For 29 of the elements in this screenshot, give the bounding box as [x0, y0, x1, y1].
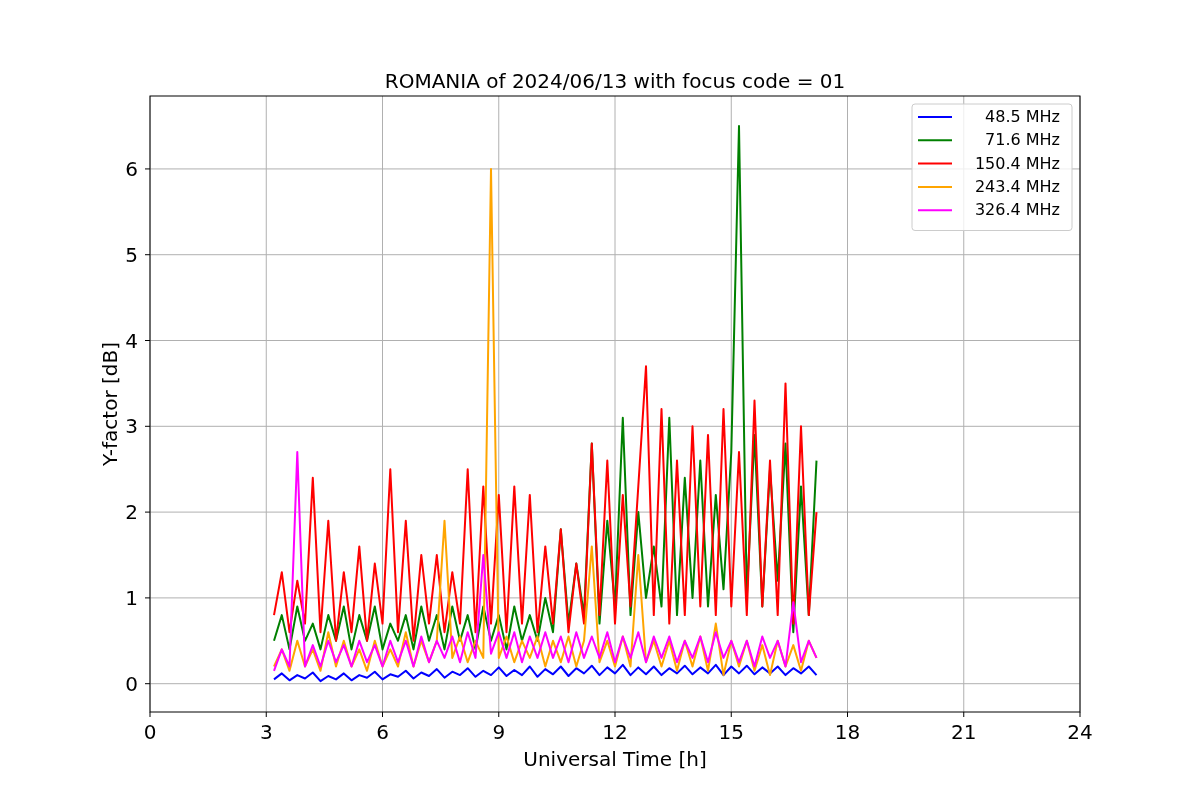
x-axis-label: Universal Time [h] [523, 747, 707, 771]
chart-title: ROMANIA of 2024/06/13 with focus code = 01 [384, 69, 846, 93]
x-tick-label: 0 [143, 720, 157, 744]
legend-line [917, 209, 953, 212]
x-tick-label: 15 [718, 720, 744, 744]
y-axis-label: Y-factor [dB] [98, 342, 122, 466]
y-tick-label: 0 [125, 671, 138, 696]
legend-line [917, 185, 953, 188]
x-tick-label: 18 [834, 720, 861, 744]
legend-line [917, 162, 953, 165]
legend-line [917, 116, 953, 118]
y-tick-label: 1 [125, 585, 138, 610]
y-tick-label: 5 [125, 242, 138, 267]
legend-label: 48.5 MHz [985, 107, 1060, 126]
legend-label: 243.4 MHz [974, 176, 1060, 196]
legend-label: 326.4 MHz [974, 200, 1060, 220]
y-tick-label: 2 [125, 500, 138, 525]
y-tick-label: 3 [125, 414, 138, 439]
legend-line [917, 139, 953, 142]
x-tick-label: 6 [376, 720, 389, 744]
y-tick-label: 4 [125, 328, 138, 353]
x-tick-label: 24 [1067, 720, 1093, 744]
legend-label: 71.6 MHz [985, 130, 1060, 150]
x-tick-label: 21 [951, 720, 977, 744]
legend-label: 150.4 MHz [974, 153, 1060, 173]
y-tick-label: 6 [125, 156, 138, 181]
x-tick-label: 9 [492, 720, 506, 744]
x-tick-label: 12 [602, 720, 628, 744]
x-tick-label: 3 [259, 720, 273, 744]
